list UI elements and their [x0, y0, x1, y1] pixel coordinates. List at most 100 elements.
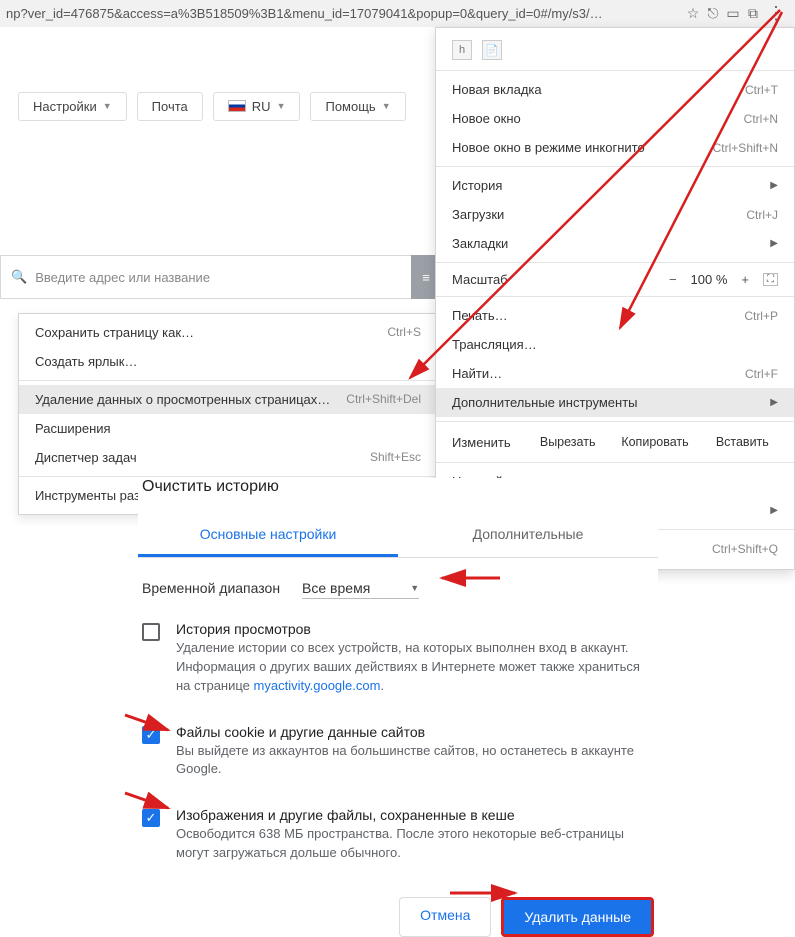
- zoom-out-button[interactable]: −: [669, 272, 677, 287]
- opt-title: История просмотров: [176, 621, 654, 637]
- edit-copy-button[interactable]: Копировать: [611, 431, 698, 453]
- url-bar: np?ver_id=476875&access=a%3B518509%3B1&m…: [0, 0, 795, 27]
- delete-data-button[interactable]: Удалить данные: [501, 897, 654, 937]
- label: История: [452, 178, 502, 193]
- shortcut: Ctrl+Shift+Del: [346, 392, 421, 407]
- option-cache: ✓ Изображения и другие файлы, сохраненны…: [138, 793, 658, 877]
- shortcut: Ctrl+J: [746, 208, 778, 222]
- list-icon: ≡: [422, 270, 430, 285]
- menu-new-tab[interactable]: Новая вкладкаCtrl+T: [436, 75, 794, 104]
- menu-find[interactable]: Найти…Ctrl+F: [436, 359, 794, 388]
- shortcut: Ctrl+S: [387, 325, 421, 340]
- extension-icon-h[interactable]: h: [452, 40, 472, 60]
- checkbox-cookies[interactable]: ✓: [142, 726, 160, 744]
- option-cookies: ✓ Файлы cookie и другие данные сайтов Вы…: [138, 710, 658, 794]
- caret-down-icon: ▼: [277, 101, 286, 111]
- extension-icon-doc[interactable]: 📄: [482, 40, 502, 60]
- label: Расширения: [35, 421, 111, 436]
- label: Закладки: [452, 236, 508, 251]
- range-value: Все время: [302, 580, 370, 596]
- kebab-menu-icon[interactable]: ⋮: [763, 3, 789, 24]
- label: Загрузки: [452, 207, 504, 222]
- edit-paste-button[interactable]: Вставить: [699, 431, 786, 453]
- separator: [436, 70, 794, 71]
- separator: [436, 262, 794, 263]
- flag-ru-icon: [228, 100, 246, 112]
- dialog-tabs: Основные настройки Дополнительные: [138, 514, 658, 558]
- extension-icon-2[interactable]: ▭: [723, 5, 743, 22]
- tab-advanced[interactable]: Дополнительные: [398, 514, 658, 557]
- opt-desc: Вы выйдете из аккаунтов на большинстве с…: [176, 742, 654, 780]
- menu-downloads[interactable]: Загрузки Ctrl+J: [436, 200, 794, 229]
- separator: [436, 421, 794, 422]
- menu-zoom: Масштаб − 100 % + ⛶: [436, 267, 794, 292]
- chevron-right-icon: ▶: [770, 238, 778, 249]
- menu-cast[interactable]: Трансляция…: [436, 330, 794, 359]
- caret-down-icon: ▼: [103, 101, 112, 111]
- address-search-input[interactable]: 🔍 Введите адрес или название: [0, 255, 430, 299]
- label: Трансляция…: [452, 337, 537, 352]
- opt-title: Файлы cookie и другие данные сайтов: [176, 724, 654, 740]
- myactivity-link[interactable]: myactivity.google.com: [254, 678, 381, 693]
- shortcut: Shift+Esc: [370, 450, 421, 465]
- extension-icon-3[interactable]: ⧉: [743, 5, 763, 22]
- mail-label: Почта: [152, 99, 188, 114]
- menu-history[interactable]: История ▶: [436, 171, 794, 200]
- settings-label: Настройки: [33, 99, 97, 114]
- separator: [436, 296, 794, 297]
- opt-title: Изображения и другие файлы, сохраненные …: [176, 807, 654, 823]
- time-range-row: Временной диапазон Все время ▼: [138, 558, 658, 607]
- shortcut: Ctrl+Shift+Q: [712, 542, 778, 556]
- fullscreen-icon[interactable]: ⛶: [763, 273, 778, 286]
- menu-incognito[interactable]: Новое окно в режиме инкогнито Ctrl+Shift+…: [436, 133, 794, 162]
- language-dropdown[interactable]: RU ▼: [213, 92, 301, 121]
- separator: [436, 462, 794, 463]
- chevron-right-icon: ▶: [770, 397, 778, 408]
- separator: [19, 380, 437, 381]
- chevron-right-icon: ▶: [770, 180, 778, 191]
- shortcut: Ctrl+T: [745, 83, 778, 97]
- label: Дополнительные инструменты: [452, 395, 638, 410]
- label: Печать…: [452, 308, 508, 323]
- zoom-in-button[interactable]: +: [741, 272, 749, 287]
- label: Новое окно в режиме инкогнито: [452, 140, 645, 155]
- mail-button[interactable]: Почта: [137, 92, 203, 121]
- help-label: Помощь: [325, 99, 375, 114]
- shortcut: Ctrl+Shift+N: [713, 141, 778, 155]
- time-range-select[interactable]: Все время ▼: [302, 580, 419, 599]
- label: Сохранить страницу как…: [35, 325, 194, 340]
- star-icon[interactable]: ☆: [683, 5, 703, 22]
- checkbox-history[interactable]: [142, 623, 160, 641]
- menu-new-window[interactable]: Новое окноCtrl+N: [436, 104, 794, 133]
- menu-extensions[interactable]: Расширения: [19, 414, 437, 443]
- menu-create-shortcut[interactable]: Создать ярлык…: [19, 347, 437, 376]
- lang-label: RU: [252, 99, 271, 114]
- search-placeholder: Введите адрес или название: [35, 270, 210, 285]
- menu-save-page[interactable]: Сохранить страницу как… Ctrl+S: [19, 318, 437, 347]
- range-label: Временной диапазон: [142, 580, 280, 599]
- search-icon: 🔍: [11, 269, 27, 285]
- menu-clear-browsing-data[interactable]: Удаление данных о просмотренных страница…: [19, 385, 437, 414]
- label: Удаление данных о просмотренных страница…: [35, 392, 330, 407]
- option-history: История просмотров Удаление истории со в…: [138, 607, 658, 710]
- tab-basic[interactable]: Основные настройки: [138, 514, 398, 557]
- checkbox-cache[interactable]: ✓: [142, 809, 160, 827]
- label: Создать ярлык…: [35, 354, 137, 369]
- menu-print[interactable]: Печать… Ctrl+P: [436, 301, 794, 330]
- menu-edit-row: Изменить Вырезать Копировать Вставить: [436, 426, 794, 458]
- caret-down-icon: ▼: [382, 101, 391, 111]
- settings-dropdown[interactable]: Настройки ▼: [18, 92, 127, 121]
- menu-task-manager[interactable]: Диспетчер задачShift+Esc: [19, 443, 437, 472]
- dialog-title: Очистить историю: [138, 478, 658, 496]
- extension-icon[interactable]: ⎋: [703, 5, 723, 22]
- label: Изменить: [444, 435, 524, 450]
- opt-desc: Удаление истории со всех устройств, на к…: [176, 639, 654, 696]
- menu-bookmarks[interactable]: Закладки ▶: [436, 229, 794, 258]
- shortcut: Ctrl+P: [744, 309, 778, 323]
- extension-row: h 📄: [436, 34, 794, 66]
- help-dropdown[interactable]: Помощь ▼: [310, 92, 405, 121]
- cancel-button[interactable]: Отмена: [399, 897, 491, 937]
- edit-cut-button[interactable]: Вырезать: [524, 431, 611, 453]
- menu-more-tools[interactable]: Дополнительные инструменты ▶: [436, 388, 794, 417]
- separator: [436, 166, 794, 167]
